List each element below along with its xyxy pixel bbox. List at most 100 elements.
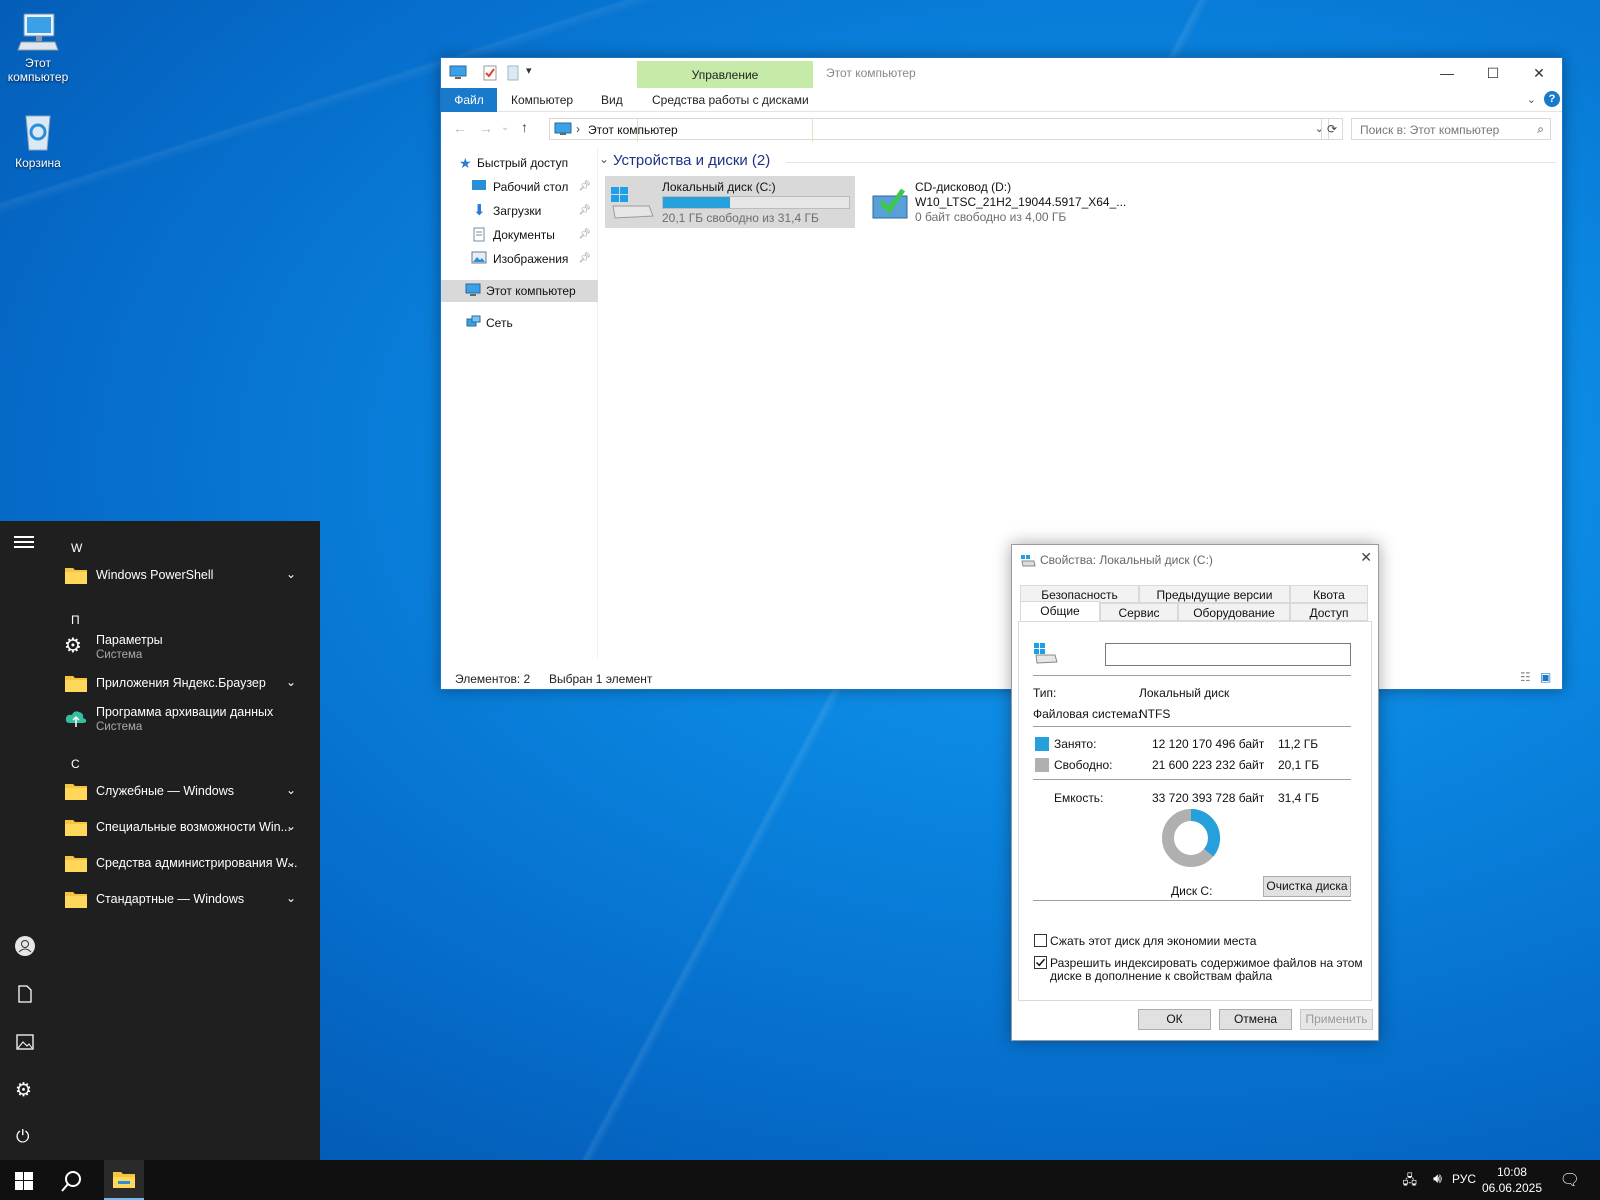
file-explorer-icon (113, 1172, 135, 1188)
nav-downloads[interactable]: ⬇ Загрузки 📌︎ (471, 200, 595, 222)
apply-button[interactable]: Применить (1300, 1009, 1373, 1030)
used-label: Занято: (1054, 737, 1097, 751)
nav-documents[interactable]: Документы 📌︎ (471, 224, 595, 246)
pin-icon[interactable]: 📌︎ (578, 248, 591, 270)
tab-quota[interactable]: Квота (1290, 585, 1368, 603)
compress-checkbox[interactable] (1034, 934, 1047, 947)
folder-icon (65, 568, 87, 584)
cd-drive-icon (872, 188, 908, 219)
navigation-pane: ★ Быстрый доступ Рабочий стол 📌︎ ⬇ Загру… (441, 148, 598, 658)
search-placeholder: Поиск в: Этот компьютер (1360, 123, 1500, 137)
index-checkbox[interactable] (1034, 956, 1047, 969)
address-row: ← → ⌄ ↑ › Этот компьютер ⌄ ⟳ Поиск в: Эт… (441, 118, 1562, 142)
action-center-icon[interactable]: 🗨︎ (1560, 1170, 1580, 1190)
group-letter[interactable]: С (71, 757, 80, 771)
volume-icon[interactable]: 🔊︎ (1433, 1170, 1442, 1187)
clock[interactable]: 10:08 06.06.2025 (1482, 1164, 1542, 1196)
drive-tile-d[interactable]: CD-дисковод (D:) W10_LTSC_21H2_19044.591… (865, 176, 1126, 228)
tab-previous-versions[interactable]: Предыдущие версии (1139, 585, 1290, 603)
pin-icon[interactable]: 📌︎ (578, 200, 591, 222)
user-account-icon[interactable] (14, 935, 36, 957)
title-bar: ▾ Управление Этот компьютер — ☐ ✕ (441, 58, 1562, 88)
close-button[interactable]: ✕ (1516, 58, 1562, 88)
forward-icon[interactable]: → (479, 120, 493, 136)
start-item-backup[interactable]: Программа архивации данных Система (60, 703, 310, 735)
search-icon[interactable] (60, 1169, 84, 1193)
address-bar[interactable]: › Этот компьютер ⌄ (549, 118, 1329, 140)
cancel-button[interactable]: Отмена (1219, 1009, 1292, 1030)
taskbar-explorer-button[interactable] (104, 1160, 144, 1200)
compress-label: Сжать этот диск для экономии места (1050, 934, 1257, 948)
folder-icon (65, 856, 87, 872)
desktop-folder-icon (472, 180, 486, 190)
network-status-icon[interactable]: 🖧︎ (1403, 1171, 1418, 1193)
start-item-settings[interactable]: ⚙ Параметры Система (60, 631, 310, 663)
drive-name: Локальный диск (C:) (662, 180, 776, 194)
start-item-yandex-apps[interactable]: Приложения Яндекс.Браузер ⌄ (60, 667, 310, 699)
minimize-button[interactable]: — (1424, 58, 1470, 88)
start-item-accessibility[interactable]: Специальные возможности Win... ⌄ (60, 811, 310, 843)
start-item-system-tools[interactable]: Служебные — Windows ⌄ (60, 775, 310, 807)
nav-quick-access[interactable]: ★ Быстрый доступ (459, 152, 599, 174)
index-label-line2: диске в дополнение к свойствам файла (1050, 969, 1273, 983)
new-folder-icon[interactable] (507, 65, 519, 81)
document-icon (473, 227, 485, 242)
group-header[interactable]: Устройства и диски (2) (613, 152, 770, 169)
refresh-button[interactable]: ⟳ (1321, 118, 1343, 140)
nav-network[interactable]: Сеть (465, 312, 595, 334)
tab-hardware[interactable]: Оборудование (1178, 603, 1290, 621)
help-icon[interactable]: ? (1544, 91, 1560, 107)
folder-icon (65, 820, 87, 836)
disk-usage-donut (1162, 809, 1220, 867)
nav-this-pc[interactable]: Этот компьютер (441, 280, 598, 302)
pictures-icon[interactable] (16, 1034, 34, 1050)
tab-tools[interactable]: Сервис (1100, 603, 1178, 621)
desktop-icon-label: Этот компьютер (7, 56, 69, 84)
free-label: Свободно: (1054, 758, 1113, 772)
group-letter[interactable]: W (71, 541, 82, 555)
address-text: Этот компьютер (588, 123, 678, 137)
ribbon-expand-icon[interactable]: ⌄ (1527, 93, 1536, 106)
pin-icon[interactable]: 📌︎ (578, 224, 591, 246)
maximize-button[interactable]: ☐ (1470, 58, 1516, 88)
tab-file[interactable]: Файл (441, 88, 497, 112)
disk-cleanup-button[interactable]: Очистка диска (1263, 876, 1351, 897)
settings-gear-icon[interactable]: ⚙ (15, 1079, 32, 1102)
nav-desktop[interactable]: Рабочий стол 📌︎ (471, 176, 595, 198)
input-language[interactable]: РУС (1452, 1172, 1476, 1186)
search-icon: ⌕ (1537, 122, 1544, 136)
tab-view[interactable]: Вид (601, 88, 623, 112)
properties-icon[interactable] (483, 65, 497, 81)
clock-time: 10:08 (1496, 1165, 1527, 1179)
dialog-close-icon[interactable]: ✕ (1360, 549, 1372, 566)
tiles-view-icon[interactable]: ▣ (1540, 670, 1551, 684)
tab-computer[interactable]: Компьютер (511, 88, 573, 112)
start-item-admin-tools[interactable]: Средства администрирования W... ⌄ (60, 847, 310, 879)
group-collapse-icon[interactable]: ⌄ (599, 152, 609, 166)
back-icon[interactable]: ← (453, 120, 467, 136)
nav-pictures[interactable]: Изображения 📌︎ (471, 248, 595, 270)
power-icon[interactable]: ⏻ (16, 1127, 29, 1147)
group-letter[interactable]: П (71, 613, 80, 627)
tab-disk-tools[interactable]: Средства работы с дисками (652, 88, 809, 112)
clock-date: 06.06.2025 (1481, 1181, 1542, 1195)
tab-general[interactable]: Общие (1020, 601, 1100, 622)
start-item-accessories[interactable]: Стандартные — Windows ⌄ (60, 883, 310, 915)
start-item-powershell[interactable]: Windows PowerShell ⌄ (60, 559, 310, 591)
tab-sharing[interactable]: Доступ (1290, 603, 1368, 621)
desktop-icon-recycle-bin[interactable]: Корзина (0, 110, 76, 170)
volume-label-input[interactable] (1105, 643, 1351, 666)
search-box[interactable]: Поиск в: Этот компьютер ⌕ (1351, 118, 1551, 140)
breadcrumb-chevron-icon[interactable]: › (576, 122, 580, 136)
documents-icon[interactable] (17, 985, 33, 1003)
recent-locations-icon[interactable]: ⌄ (501, 122, 509, 133)
hamburger-menu-icon[interactable] (14, 535, 34, 549)
up-icon[interactable]: ↑ (521, 119, 528, 135)
windows-start-icon[interactable] (15, 1172, 33, 1190)
ok-button[interactable]: ОК (1138, 1009, 1211, 1030)
qat-dropdown-icon[interactable]: ▾ (526, 64, 532, 77)
details-view-icon[interactable]: ☷ (1520, 670, 1531, 684)
drive-tile-c[interactable]: Локальный диск (C:) 20,1 ГБ свободно из … (605, 176, 855, 228)
pin-icon[interactable]: 📌︎ (578, 176, 591, 198)
desktop-icon-this-pc[interactable]: Этот компьютер (0, 10, 76, 84)
